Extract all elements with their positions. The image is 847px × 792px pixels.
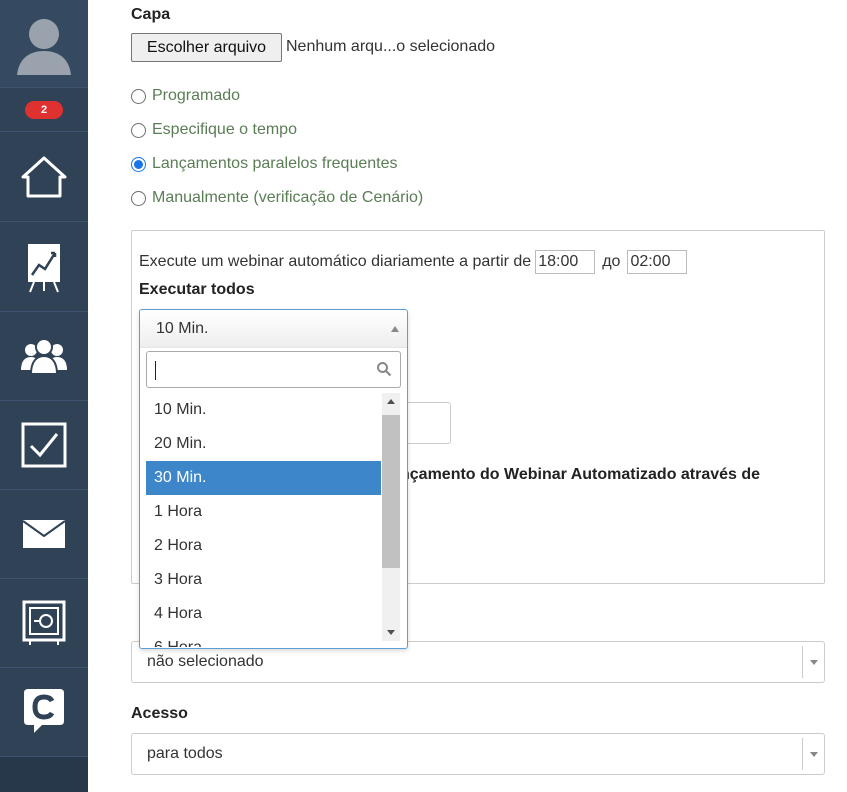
dropdown-scrollbar[interactable] xyxy=(382,393,400,641)
sidebar-item-stats[interactable] xyxy=(0,222,88,312)
dropdown-options: 10 Min. 20 Min. 30 Min. 1 Hora 2 Hora 3 … xyxy=(146,393,381,647)
dropdown-option[interactable]: 20 Min. xyxy=(146,427,381,461)
sidebar-item-home[interactable] xyxy=(0,133,88,222)
sidebar-item-users[interactable] xyxy=(0,312,88,401)
run-every-dropdown[interactable]: 10 Min. 10 Min. 20 Min. 30 Min. 1 Hora 2… xyxy=(139,309,408,649)
safe-icon xyxy=(22,600,66,645)
radio-specify-time[interactable]: Especifique o tempo xyxy=(131,121,297,139)
first-select-value: não selecionado xyxy=(147,653,264,670)
sidebar-footer xyxy=(0,757,88,792)
dropdown-search-input[interactable] xyxy=(146,351,401,388)
mail-icon xyxy=(22,520,66,548)
chat-logo-icon xyxy=(24,689,64,733)
radio-button[interactable] xyxy=(131,122,146,138)
access-select-value: para todos xyxy=(147,745,223,762)
daily-run-text: Execute um webinar automático diariament… xyxy=(139,253,532,270)
cover-label: Capa xyxy=(131,6,171,23)
user-avatar-icon xyxy=(17,18,71,75)
dropdown-option[interactable]: 1 Hora xyxy=(146,495,381,529)
file-status: Nenhum arqu...o selecionado xyxy=(286,38,496,55)
daily-run-line: Execute um webinar automático diariament… xyxy=(139,250,691,274)
checkbox-icon xyxy=(21,422,67,468)
chart-icon xyxy=(28,243,60,292)
chevron-down-icon[interactable] xyxy=(802,646,824,678)
dropdown-option[interactable]: 4 Hora xyxy=(146,597,381,631)
dropdown-selected-value: 10 Min. xyxy=(156,319,209,337)
sidebar-item-tasks[interactable] xyxy=(0,401,88,490)
notification-badge: 2 xyxy=(25,100,63,119)
notification-cell[interactable]: 2 xyxy=(0,88,88,132)
radio-label: Lançamentos paralelos frequentes xyxy=(152,155,398,172)
sidebar: 2 xyxy=(0,0,88,792)
radio-frequent-parallel[interactable]: Lançamentos paralelos frequentes xyxy=(131,155,398,173)
run-every-label: Executar todos xyxy=(139,281,255,298)
chevron-up-icon xyxy=(391,326,399,332)
scroll-up-arrow-icon[interactable] xyxy=(387,399,395,404)
radio-label: Programado xyxy=(152,87,241,104)
scroll-down-arrow-icon[interactable] xyxy=(387,630,395,635)
radio-scheduled[interactable]: Programado xyxy=(131,87,240,105)
sidebar-item-chat[interactable] xyxy=(0,668,88,757)
scrollbar-thumb[interactable] xyxy=(382,415,400,568)
access-label: Acesso xyxy=(131,705,188,722)
choose-file-button[interactable]: Escolher arquivo xyxy=(131,33,282,62)
radio-button-checked[interactable] xyxy=(131,156,146,172)
home-icon xyxy=(21,156,67,198)
sidebar-item-safe[interactable] xyxy=(0,579,88,668)
to-time-input[interactable]: 02:00 xyxy=(627,250,688,274)
dropdown-option[interactable]: 6 Hora xyxy=(146,631,381,647)
text-cursor xyxy=(155,361,156,380)
radio-manual[interactable]: Manualmente (verificação de Cenário) xyxy=(131,189,423,207)
avatar[interactable] xyxy=(0,0,88,88)
automated-webinar-text: nçamento do Webinar Automatizado através… xyxy=(400,466,761,483)
dropdown-option[interactable]: 3 Hora xyxy=(146,563,381,597)
between-text: до xyxy=(602,253,621,270)
chevron-down-icon[interactable] xyxy=(802,738,824,770)
radio-label: Especifique o tempo xyxy=(152,121,297,138)
dropdown-option[interactable]: 2 Hora xyxy=(146,529,381,563)
dropdown-option-highlighted[interactable]: 30 Min. xyxy=(146,461,381,495)
main-form: Capa Escolher arquivo Nenhum arqu...o se… xyxy=(88,0,847,792)
access-select[interactable]: para todos xyxy=(131,733,825,775)
dropdown-selected[interactable]: 10 Min. xyxy=(140,310,407,348)
from-time-input[interactable]: 18:00 xyxy=(535,250,596,274)
radio-button[interactable] xyxy=(131,88,146,104)
radio-label: Manualmente (verificação de Cenário) xyxy=(152,189,424,206)
users-icon xyxy=(21,338,67,375)
radio-button[interactable] xyxy=(131,190,146,206)
search-icon xyxy=(377,362,392,377)
dropdown-option[interactable]: 10 Min. xyxy=(146,393,381,427)
sidebar-item-mail[interactable] xyxy=(0,490,88,579)
